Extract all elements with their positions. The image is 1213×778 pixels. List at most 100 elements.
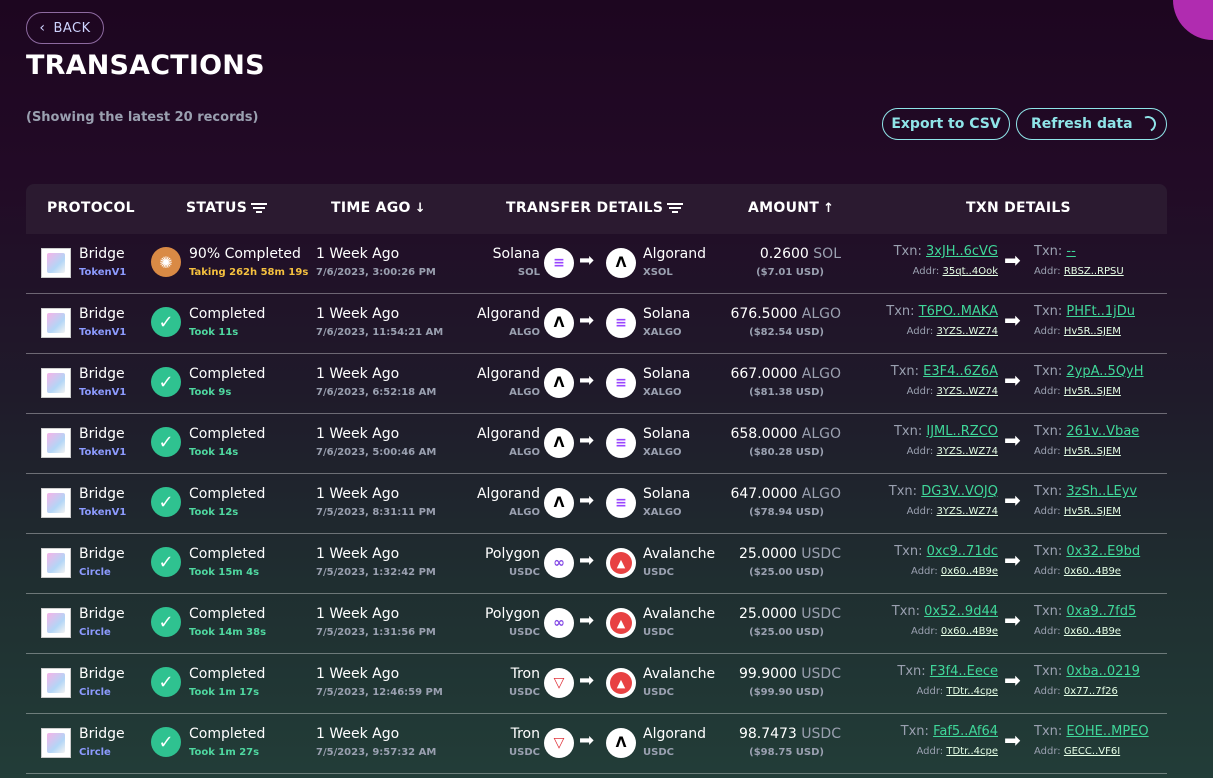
source-txn-link[interactable]: DG3V..VOJQ [921, 484, 998, 499]
target-txn-link[interactable]: 0xa9..7fd5 [1066, 604, 1136, 619]
column-protocol-label: PROTOCOL [47, 200, 135, 216]
column-time-ago[interactable]: TIME AGO ↓ [331, 200, 426, 216]
source-txn-link[interactable]: 0xc9..71dc [927, 544, 998, 559]
source-address-link[interactable]: 35qt..4Ook [943, 266, 999, 277]
source-txn-link[interactable]: Faf5..Af64 [933, 724, 998, 739]
source-txn-link[interactable]: IJML..RZCO [926, 424, 998, 439]
target-address: Addr: 0x60..4B9e [1034, 566, 1121, 577]
protocol-version: Circle [79, 747, 111, 758]
check-circle-icon: ✓ [151, 427, 181, 457]
addr-label: Addr: [911, 566, 938, 577]
column-transfer-details[interactable]: TRANSFER DETAILS [506, 200, 684, 216]
sort-down-icon[interactable]: ↓ [415, 201, 426, 216]
source-txn: Txn: E3F4..6Z6A [891, 364, 998, 379]
source-chain: Polygon [484, 546, 540, 562]
target-txn-link[interactable]: 0xba..0219 [1066, 664, 1140, 679]
source-txn-link[interactable]: 0x52..9d44 [924, 604, 998, 619]
source-address-link[interactable]: 0x60..4B9e [941, 626, 998, 637]
txn-arrow-icon: ➡ [1004, 368, 1021, 392]
target-txn-link[interactable]: 261v..Vbae [1066, 424, 1139, 439]
source-address-link[interactable]: TDtr..4cpe [946, 686, 998, 697]
refresh-data-button[interactable]: Refresh data [1016, 108, 1167, 140]
txn-label: Txn: [1034, 484, 1063, 499]
source-address-link[interactable]: 3YZS..WZ74 [937, 446, 999, 457]
timestamp: 7/5/2023, 9:57:32 AM [316, 747, 437, 758]
target-address-link[interactable]: Hv5R..SJEM [1064, 446, 1121, 457]
bridge-logo-icon [41, 728, 71, 758]
protocol-version: Circle [79, 627, 111, 638]
protocol-name: Bridge [79, 246, 125, 262]
protocol-version: TokenV1 [79, 387, 127, 398]
transfer-arrow-icon: ➡ [579, 430, 595, 451]
txn-arrow-icon: ➡ [1004, 248, 1021, 272]
sort-up-icon[interactable]: ↑ [823, 201, 834, 216]
check-circle-icon: ✓ [151, 727, 181, 757]
target-address-link[interactable]: Hv5R..SJEM [1064, 386, 1121, 397]
target-address-link[interactable]: 0x60..4B9e [1064, 626, 1121, 637]
time-ago: 1 Week Ago [316, 666, 400, 682]
amount-usd: ($25.00 USD) [749, 627, 824, 638]
algorand-icon: Λ [544, 488, 574, 518]
target-txn-link[interactable]: PHFt..1jDu [1066, 304, 1135, 319]
txn-arrow-icon: ➡ [1004, 308, 1021, 332]
source-txn-link[interactable]: E3F4..6Z6A [923, 364, 998, 379]
target-txn-link[interactable]: 3zSh..LEyv [1066, 484, 1137, 499]
txn-label: Txn: [891, 604, 921, 619]
source-chain: Solana [492, 246, 540, 262]
source-address-link[interactable]: TDtr..4cpe [946, 746, 998, 757]
export-csv-button[interactable]: Export to CSV [882, 108, 1010, 140]
target-token: USDC [643, 627, 674, 638]
target-txn-link[interactable]: -- [1066, 244, 1075, 259]
transfer-arrow-icon: ➡ [579, 550, 595, 571]
target-address-link[interactable]: Hv5R..SJEM [1064, 506, 1121, 517]
target-txn-link[interactable]: 0x32..E9bd [1066, 544, 1140, 559]
source-address-link[interactable]: 0x60..4B9e [941, 566, 998, 577]
target-txn: Txn: 261v..Vbae [1034, 424, 1139, 439]
target-chain: Avalanche [643, 606, 716, 622]
addr-label: Addr: [916, 746, 944, 757]
source-address-link[interactable]: 3YZS..WZ74 [937, 326, 999, 337]
back-button[interactable]: ‹ BACK [26, 12, 104, 44]
txn-label: Txn: [897, 664, 926, 679]
target-txn-link[interactable]: EOHE..MPEO [1066, 724, 1148, 739]
target-address-link[interactable]: RBSZ..RPSU [1064, 266, 1124, 277]
target-token: USDC [643, 687, 674, 698]
bridge-logo-icon [41, 308, 71, 338]
status-text: Completed [189, 306, 266, 322]
timestamp: 7/5/2023, 1:31:56 PM [316, 627, 436, 638]
target-txn-link[interactable]: 2ypA..5QyH [1066, 364, 1143, 379]
protocol-version: Circle [79, 687, 111, 698]
filter-icon[interactable] [667, 202, 684, 214]
solana-icon: ≡ [606, 428, 636, 458]
target-address-link[interactable]: GECC..VF6I [1064, 746, 1120, 757]
column-transfer-details-label: TRANSFER DETAILS [506, 200, 664, 216]
target-address-link[interactable]: 0x60..4B9e [1064, 566, 1121, 577]
decorative-orb [1173, 0, 1213, 40]
check-circle-icon: ✓ [151, 547, 181, 577]
target-address-link[interactable]: 0x77..7f26 [1064, 686, 1118, 697]
bridge-logo-icon [41, 428, 71, 458]
bridge-logo-icon [41, 368, 71, 398]
status-duration: Took 14s [189, 447, 239, 458]
back-button-label: BACK [53, 20, 91, 36]
algorand-icon: Λ [544, 368, 574, 398]
solana-icon: ≡ [606, 488, 636, 518]
status-text: Completed [189, 426, 266, 442]
source-txn-link[interactable]: F3f4..Eece [930, 664, 998, 679]
target-address-link[interactable]: Hv5R..SJEM [1064, 326, 1121, 337]
source-txn-link[interactable]: 3xJH..6cVG [926, 244, 998, 259]
column-txn-details-label: TXN DETAILS [966, 200, 1071, 216]
amount-usd: ($81.38 USD) [749, 387, 824, 398]
algorand-icon: Λ [544, 428, 574, 458]
addr-label: Addr: [912, 266, 940, 277]
timestamp: 7/6/2023, 3:00:26 PM [316, 267, 436, 278]
source-address: Addr: 3YZS..WZ74 [907, 506, 998, 517]
source-address-link[interactable]: 3YZS..WZ74 [937, 386, 999, 397]
amount-unit: USDC [801, 546, 841, 562]
column-status[interactable]: STATUS [186, 200, 268, 216]
source-txn-link[interactable]: T6PO..MAKA [919, 304, 998, 319]
source-address-link[interactable]: 3YZS..WZ74 [937, 506, 999, 517]
filter-icon[interactable] [251, 202, 268, 214]
chevron-left-icon: ‹ [39, 20, 46, 36]
column-amount[interactable]: AMOUNT ↑ [748, 200, 834, 216]
